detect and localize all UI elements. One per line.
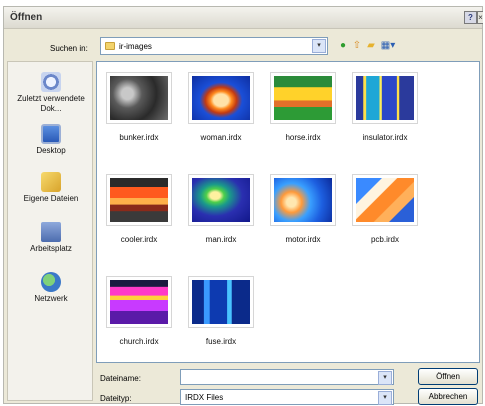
- cancel-button[interactable]: Abbrechen: [418, 388, 478, 405]
- chevron-down-icon[interactable]: ▾: [378, 371, 392, 385]
- file-thumbnail: [270, 174, 336, 226]
- recent-documents-icon: [41, 72, 61, 92]
- file-thumbnail: [188, 174, 254, 226]
- file-name: insulator.irdx: [362, 133, 408, 142]
- filetype-value: IRDX Files: [185, 393, 224, 402]
- chevron-down-icon[interactable]: ▾: [312, 39, 326, 53]
- network-icon: [41, 272, 61, 292]
- file-name: fuse.irdx: [205, 337, 237, 346]
- places-item-label: Netzwerk: [34, 294, 68, 303]
- places-item-label: Desktop: [36, 146, 66, 155]
- look-in-value: ir-images: [119, 42, 152, 51]
- filetype-label: Dateityp:: [100, 394, 132, 403]
- file-name: motor.irdx: [285, 235, 321, 244]
- file-thumbnail: [352, 174, 418, 226]
- filename-field[interactable]: ▾: [180, 369, 394, 385]
- places-item-my-documents[interactable]: Eigene Dateien: [8, 172, 94, 204]
- file-item[interactable]: motor.irdx: [263, 174, 343, 244]
- file-item[interactable]: church.irdx: [99, 276, 179, 346]
- help-button[interactable]: ?: [464, 11, 477, 24]
- look-in-label: Suchen in:: [50, 44, 88, 53]
- places-item-label: Eigene Dateien: [23, 194, 79, 203]
- chevron-down-icon[interactable]: ▾: [378, 391, 392, 405]
- places-item-label: Zuletzt verwendete Dok...: [17, 94, 85, 113]
- places-bar: Zuletzt verwendete Dok... Desktop Eigene…: [7, 61, 93, 401]
- my-computer-icon: [41, 222, 61, 242]
- file-item[interactable]: insulator.irdx: [345, 72, 425, 142]
- places-item-network[interactable]: Netzwerk: [8, 272, 94, 304]
- new-folder-icon[interactable]: ▰: [365, 40, 377, 52]
- title-bar: Öffnen ? ×: [4, 7, 483, 29]
- views-menu-icon[interactable]: ▦▾: [379, 40, 397, 52]
- file-name: woman.irdx: [200, 133, 242, 142]
- file-thumbnail: [188, 72, 254, 124]
- file-item[interactable]: horse.irdx: [263, 72, 343, 142]
- my-documents-icon: [41, 172, 61, 192]
- file-name: church.irdx: [119, 337, 159, 346]
- file-thumbnail: [106, 276, 172, 328]
- close-button[interactable]: ×: [477, 11, 483, 24]
- back-icon[interactable]: ●: [337, 40, 349, 52]
- file-name: man.irdx: [205, 235, 237, 244]
- file-item[interactable]: bunker.irdx: [99, 72, 179, 142]
- file-thumbnail: [188, 276, 254, 328]
- desktop-icon: [41, 124, 61, 144]
- places-item-my-computer[interactable]: Arbeitsplatz: [8, 222, 94, 254]
- look-in-dropdown[interactable]: ir-images ▾: [100, 37, 328, 55]
- file-name: pcb.irdx: [370, 235, 399, 244]
- file-item[interactable]: man.irdx: [181, 174, 261, 244]
- places-item-recent[interactable]: Zuletzt verwendete Dok...: [8, 72, 94, 114]
- file-item[interactable]: pcb.irdx: [345, 174, 425, 244]
- file-name: bunker.irdx: [119, 133, 159, 142]
- file-thumbnail: [106, 174, 172, 226]
- file-thumbnail: [352, 72, 418, 124]
- file-item[interactable]: fuse.irdx: [181, 276, 261, 346]
- places-item-desktop[interactable]: Desktop: [8, 124, 94, 156]
- file-item[interactable]: woman.irdx: [181, 72, 261, 142]
- file-name: horse.irdx: [285, 133, 321, 142]
- file-thumbnail: [270, 72, 336, 124]
- filetype-dropdown[interactable]: IRDX Files ▾: [180, 389, 394, 405]
- places-item-label: Arbeitsplatz: [30, 244, 72, 253]
- open-button[interactable]: Öffnen: [418, 368, 478, 385]
- file-thumbnail: [106, 72, 172, 124]
- file-name: cooler.irdx: [120, 235, 158, 244]
- window-title: Öffnen: [10, 12, 43, 23]
- up-folder-icon[interactable]: ⇧: [351, 40, 363, 52]
- folder-icon: [105, 42, 115, 50]
- filename-label: Dateiname:: [100, 374, 141, 383]
- open-dialog: Öffnen ? × Suchen in: ir-images ▾ ● ⇧ ▰ …: [3, 6, 483, 405]
- file-list: bunker.irdx woman.irdx horse.irdx insula…: [96, 61, 480, 363]
- file-item[interactable]: cooler.irdx: [99, 174, 179, 244]
